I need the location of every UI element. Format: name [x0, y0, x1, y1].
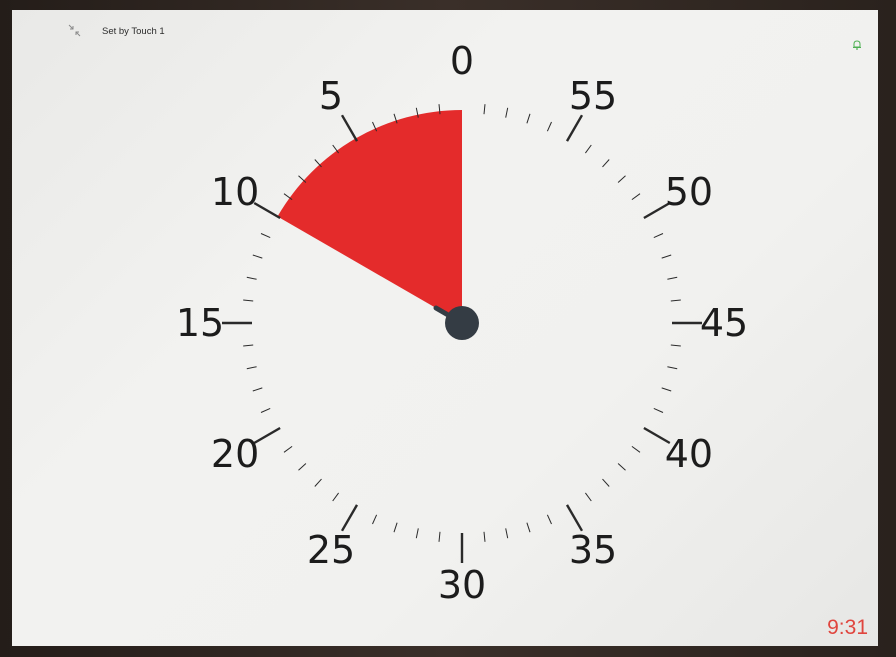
minor-tick [546, 514, 552, 525]
dial-label: 10 [211, 170, 259, 214]
dial-label: 5 [319, 74, 343, 118]
minor-tick [314, 478, 322, 487]
minor-tick [415, 528, 419, 539]
minor-tick [653, 407, 664, 413]
timer-screen: Set by Touch 1 0 5 10 15 20 25 30 35 40 45 50 55 9:… [12, 10, 878, 646]
minor-tick [667, 276, 678, 280]
minor-tick [483, 104, 486, 115]
minor-tick [667, 366, 678, 370]
minor-tick [260, 407, 271, 413]
dial-label: 30 [438, 563, 486, 607]
minor-tick [661, 254, 672, 259]
minor-tick [332, 492, 340, 502]
dial-label: 55 [569, 74, 617, 118]
dial-label: 45 [700, 301, 748, 345]
minor-tick [631, 193, 641, 201]
minor-tick [298, 463, 307, 471]
minor-tick [617, 175, 626, 183]
minor-tick [631, 445, 641, 453]
minor-tick [260, 233, 271, 239]
minor-tick [283, 445, 293, 453]
major-tick [340, 114, 359, 142]
minor-tick [246, 366, 257, 370]
status-clock: 9:31 [827, 616, 868, 639]
dial-label: 15 [176, 301, 224, 345]
major-tick [565, 114, 584, 142]
minor-tick [670, 344, 681, 347]
remaining-time-wedge [277, 110, 462, 323]
minor-tick [526, 113, 531, 124]
minor-tick [584, 144, 592, 154]
minor-tick [584, 492, 592, 502]
minor-tick [438, 531, 441, 542]
minor-tick [483, 531, 486, 542]
minor-tick [243, 299, 254, 302]
minor-tick [602, 159, 610, 168]
minor-tick [653, 233, 664, 239]
dial-label: 25 [307, 528, 355, 572]
minor-tick [393, 522, 398, 533]
minor-tick [243, 344, 254, 347]
minor-tick [526, 522, 531, 533]
minor-tick [602, 478, 610, 487]
dial-label: 40 [665, 432, 713, 476]
dial-center-hub[interactable] [445, 306, 479, 340]
dial-label: 0 [450, 39, 474, 83]
timer-dial[interactable]: 0 5 10 15 20 25 30 35 40 45 50 55 [12, 10, 878, 646]
minor-tick [546, 121, 552, 132]
minor-tick [372, 514, 378, 525]
device-frame: Set by Touch 1 0 5 10 15 20 25 30 35 40 45 50 55 9:… [0, 0, 896, 657]
minor-tick [505, 107, 509, 118]
dial-label: 50 [665, 170, 713, 214]
dial-label: 35 [569, 528, 617, 572]
minor-tick [246, 276, 257, 280]
minor-tick [314, 159, 322, 168]
minor-tick [617, 463, 626, 471]
minor-tick [670, 299, 681, 302]
minor-tick [661, 387, 672, 392]
minor-tick [252, 387, 263, 392]
dial-label: 20 [211, 432, 259, 476]
minor-tick [298, 175, 307, 183]
minor-tick [252, 254, 263, 259]
minor-tick [505, 528, 509, 539]
